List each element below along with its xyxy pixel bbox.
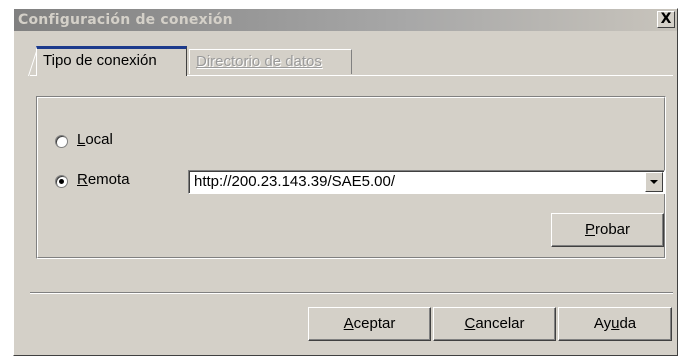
connection-config-dialog: Configuración de conexión X Directorio d… xyxy=(13,8,678,356)
footer-separator-highlight xyxy=(30,293,673,294)
local-radio[interactable] xyxy=(55,135,68,148)
cancel-label-rest: ancelar xyxy=(475,315,525,332)
help-button[interactable]: Ayuda xyxy=(558,307,672,341)
help-label-prefix: Ay xyxy=(593,315,612,332)
connection-group: Local Remota http://200.23.143.39/SAE5.0… xyxy=(36,96,666,259)
tab-data-directory-label: Directorio de datos xyxy=(196,53,322,70)
chevron-down-icon xyxy=(650,180,658,184)
tab-data-directory[interactable]: Directorio de datos xyxy=(189,49,352,74)
help-label-rest: da xyxy=(619,315,637,332)
remote-url-value: http://200.23.143.39/SAE5.00/ xyxy=(194,173,395,190)
test-button[interactable]: Probar xyxy=(551,213,664,247)
close-icon: X xyxy=(660,11,672,27)
tab-connection-type-label: Tipo de conexión xyxy=(43,52,157,69)
window-title: Configuración de conexión xyxy=(18,12,233,28)
accept-accel: A xyxy=(343,315,354,332)
local-label-rest: ocal xyxy=(85,131,113,148)
connection-group-inner: Local Remota http://200.23.143.39/SAE5.0… xyxy=(37,97,665,258)
remote-url-combobox[interactable]: http://200.23.143.39/SAE5.00/ xyxy=(188,170,665,194)
tab-connection-type[interactable]: Tipo de conexión xyxy=(36,46,187,76)
remote-label-rest: emota xyxy=(87,171,130,188)
close-button[interactable]: X xyxy=(657,11,675,28)
test-label-rest: robar xyxy=(594,221,631,238)
accept-label-rest: ceptar xyxy=(353,315,396,332)
cancel-accel: C xyxy=(464,315,476,332)
accept-button[interactable]: Aceptar xyxy=(308,307,431,341)
title-bar[interactable]: Configuración de conexión X xyxy=(14,9,677,31)
remote-radio-label[interactable]: Remota xyxy=(77,171,130,188)
url-dropdown-button[interactable] xyxy=(645,172,663,192)
remote-accel: R xyxy=(77,171,88,188)
remote-radio-dot xyxy=(59,179,64,184)
test-accel: P xyxy=(584,221,595,238)
local-radio-label[interactable]: Local xyxy=(77,131,113,148)
remote-radio[interactable] xyxy=(55,175,68,188)
cancel-button[interactable]: Cancelar xyxy=(433,307,556,341)
